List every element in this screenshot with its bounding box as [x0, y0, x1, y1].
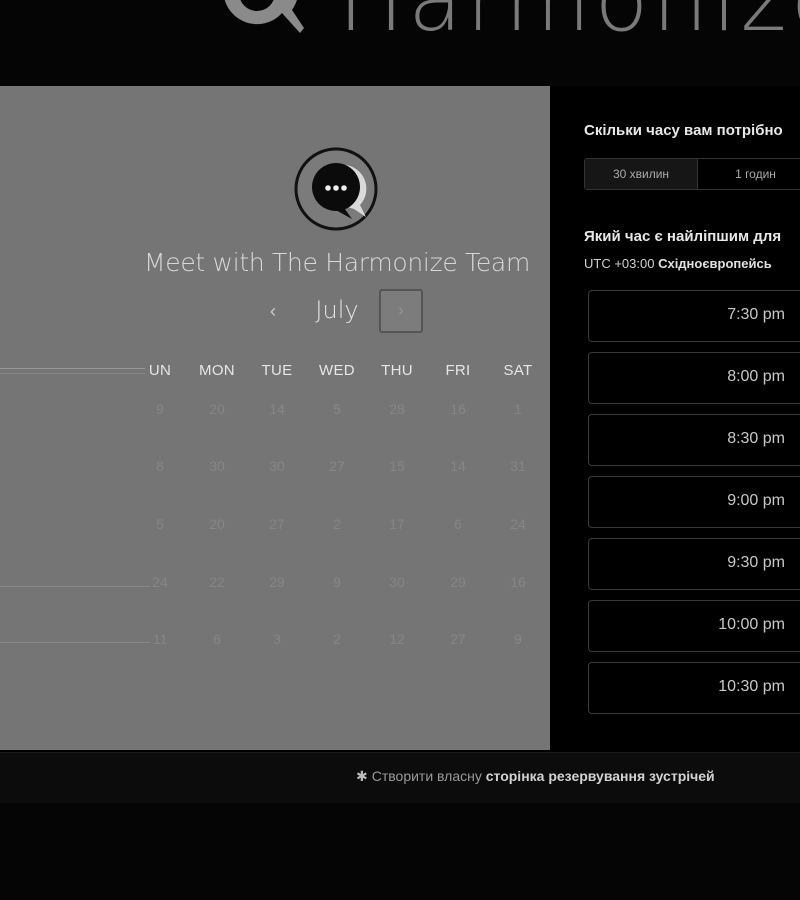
calendar-day[interactable]: 8	[130, 458, 190, 474]
calendar-day[interactable]: 9	[130, 401, 190, 417]
time-slot-label: 8:00 pm	[727, 368, 785, 385]
time-slot-button[interactable]: 10:30 pm	[588, 662, 800, 714]
calendar-day[interactable]: 29	[428, 574, 488, 590]
create-booking-page-link[interactable]: ✱ Створити власну сторінка резервування з…	[356, 768, 715, 785]
calendar-day[interactable]: 14	[247, 401, 307, 417]
weekday-label: FRI	[445, 362, 471, 379]
ghost-divider	[0, 642, 150, 643]
calendar-day[interactable]: 14	[428, 458, 488, 474]
time-slot-button[interactable]: 7:30 pm	[588, 290, 800, 342]
calendar-day[interactable]: 22	[187, 574, 247, 590]
month-label: July	[315, 296, 359, 324]
calendar-day[interactable]: 27	[307, 458, 367, 474]
time-slot-button[interactable]: 9:00 pm	[588, 476, 800, 528]
weekday-label: MON	[199, 362, 235, 379]
footer-link-prefix: Створити власну	[371, 768, 482, 784]
timezone-name: Східноєвропейсь	[658, 256, 772, 271]
calendar-day[interactable]: 5	[307, 401, 367, 417]
duration-question: Скільки часу вам потрібно	[584, 122, 783, 139]
calendar-day[interactable]: 1	[488, 401, 548, 417]
header: Harmonize	[0, 0, 800, 86]
calendar-day[interactable]: 5	[130, 516, 190, 532]
calendar-day[interactable]: 12	[367, 631, 427, 647]
calendar-day[interactable]: 6	[428, 516, 488, 532]
calendar-day[interactable]: 9	[307, 574, 367, 590]
calendar-day[interactable]: 30	[367, 574, 427, 590]
calendar-panel: Meet with The Harmonize Team ‹ July › UN…	[0, 86, 550, 750]
weekday-label: WED	[319, 362, 355, 379]
calendar-day[interactable]: 24	[130, 574, 190, 590]
time-slot-label: 10:00 pm	[718, 616, 785, 633]
time-slot-button[interactable]: 8:00 pm	[588, 352, 800, 404]
time-question: Який час є найліпшим для	[584, 228, 782, 245]
calendar-day[interactable]: 27	[247, 516, 307, 532]
calendar-day[interactable]: 3	[247, 631, 307, 647]
brand-wordmark: Harmonize	[338, 0, 800, 44]
calendar-day[interactable]: 31	[488, 458, 548, 474]
calendar-day[interactable]: 17	[367, 516, 427, 532]
calendar-day[interactable]: 2	[307, 516, 367, 532]
duration-selector: 30 хвилин 1 годин	[584, 158, 800, 190]
time-slot-button[interactable]: 8:30 pm	[588, 414, 800, 466]
calendar-day[interactable]: 2	[307, 631, 367, 647]
chat-bubble-avatar-icon	[294, 147, 378, 231]
prev-month-button[interactable]: ‹	[262, 298, 284, 324]
weekday-label: THU	[381, 362, 413, 379]
weekday-label: UN	[148, 362, 172, 379]
timezone-selector[interactable]: UTC +03:00 Східноєвропейсь	[584, 256, 772, 271]
next-month-button[interactable]: ›	[379, 289, 423, 333]
time-slot-label: 7:30 pm	[727, 306, 785, 323]
calendar-day[interactable]: 30	[247, 458, 307, 474]
calendar-day[interactable]: 29	[247, 574, 307, 590]
page-bottom	[0, 803, 800, 900]
calendar-day[interactable]: 16	[488, 574, 548, 590]
time-slot-label: 9:00 pm	[727, 492, 785, 509]
time-slot-label: 10:30 pm	[718, 678, 785, 695]
footer-bar: ✱ Створити власну сторінка резервування з…	[0, 752, 800, 804]
calendar-day[interactable]: 20	[187, 516, 247, 532]
ghost-divider	[0, 586, 150, 587]
booking-panel: Скільки часу вам потрібно 30 хвилин 1 го…	[550, 86, 800, 750]
time-slot-button[interactable]: 9:30 pm	[588, 538, 800, 590]
calendar-day[interactable]: 20	[187, 401, 247, 417]
calendar-day[interactable]: 28	[367, 401, 427, 417]
calendar-day[interactable]: 9	[488, 631, 548, 647]
duration-1-hour-tab[interactable]: 1 годин	[698, 159, 800, 189]
time-slot-label: 8:30 pm	[727, 430, 785, 447]
calendar-day[interactable]: 24	[488, 516, 548, 532]
calendar-day[interactable]: 11	[130, 631, 190, 647]
logo-icon	[224, 0, 304, 33]
calendar-day[interactable]: 16	[428, 401, 488, 417]
footer-link-bold: сторінка резервування зустрічей	[485, 768, 715, 784]
time-slot-label: 9:30 pm	[727, 554, 785, 571]
calendar-day[interactable]: 6	[187, 631, 247, 647]
timezone-offset: UTC +03:00	[584, 256, 655, 271]
sprocket-icon: ✱	[356, 768, 368, 784]
weekday-header-row: UN MON TUE WED THU FRI SAT	[0, 362, 550, 382]
calendar-day[interactable]: 15	[367, 458, 427, 474]
weekday-label: SAT	[503, 362, 533, 379]
calendar-day[interactable]: 27	[428, 631, 488, 647]
weekday-label: TUE	[261, 362, 293, 379]
duration-30-min-tab[interactable]: 30 хвилин	[585, 159, 698, 189]
time-slot-button[interactable]: 10:00 pm	[588, 600, 800, 652]
calendar-day[interactable]: 30	[187, 458, 247, 474]
